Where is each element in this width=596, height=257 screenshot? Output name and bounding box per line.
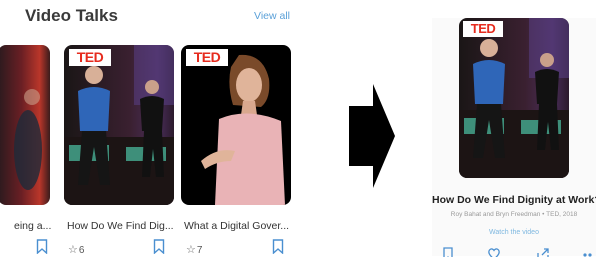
section-title: Video Talks	[25, 6, 118, 25]
bookmark-icon[interactable]	[36, 239, 48, 254]
star-outline-icon: ☆	[68, 244, 78, 256]
star-rating: ☆6	[68, 243, 84, 256]
video-card-thumbnail[interactable]: TED	[181, 45, 291, 205]
talk-thumbnail-image	[64, 45, 174, 205]
detail-title: How Do We Find Dignity at Work?	[432, 194, 596, 206]
video-card-thumbnail[interactable]	[0, 45, 50, 205]
talk-thumbnail-image	[459, 18, 569, 178]
star-outline-icon: ☆	[186, 244, 196, 256]
talk-thumbnail-image	[14, 89, 42, 190]
star-count: 6	[78, 245, 85, 256]
ted-badge: TED	[69, 49, 111, 66]
ted-badge: TED	[463, 21, 503, 37]
star-count: 7	[196, 245, 203, 256]
talk-thumbnail-image	[201, 54, 285, 205]
video-player-thumbnail[interactable]: TED	[459, 18, 569, 178]
bookmark-icon[interactable]	[153, 239, 165, 254]
video-title[interactable]: How Do We Find Dig...	[67, 220, 177, 232]
video-title[interactable]: eing a...	[14, 220, 54, 232]
video-card-thumbnail[interactable]: TED	[64, 45, 174, 205]
ted-badge: TED	[186, 49, 228, 66]
transition-arrow-icon	[349, 84, 395, 188]
star-rating: ☆7	[186, 243, 202, 256]
video-title[interactable]: What a Digital Gover...	[184, 220, 296, 232]
watch-video-link[interactable]: Watch the video	[432, 229, 596, 236]
bookmark-icon[interactable]	[272, 239, 284, 254]
view-all-link[interactable]: View all	[254, 10, 290, 22]
video-talks-panel: Video Talks View all TED TED eing a... H…	[0, 0, 300, 256]
video-detail-panel: TED How Do We Find Dignity at Work? Roy …	[432, 18, 596, 257]
detail-byline: Roy Bahat and Bryn Freedman • TED, 2018	[450, 211, 578, 218]
